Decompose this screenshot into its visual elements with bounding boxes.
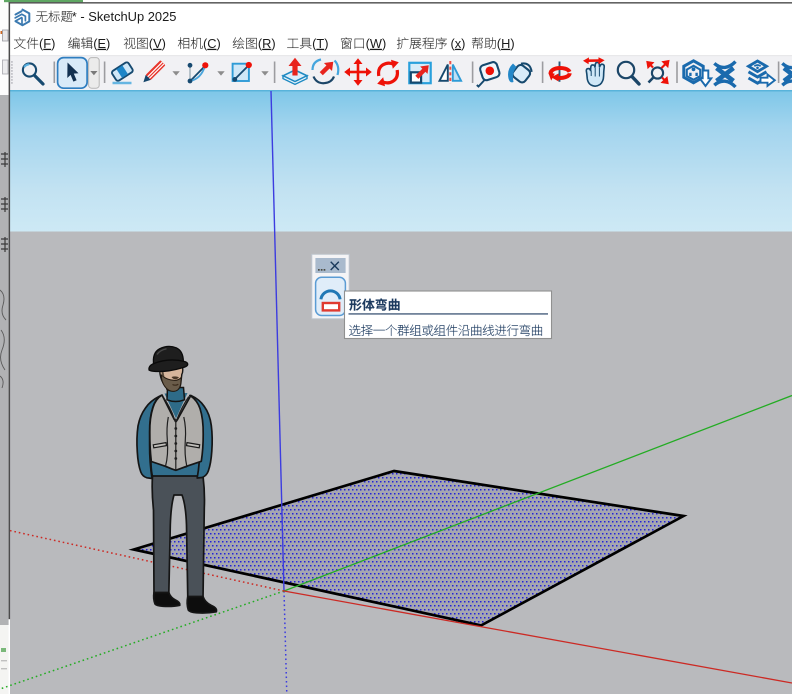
svg-text:(W): (W) — [366, 36, 387, 51]
svg-text:(V): (V) — [149, 36, 166, 51]
svg-text:(C): (C) — [203, 36, 221, 51]
svg-text:(E): (E) — [93, 36, 110, 51]
svg-text:* - SketchUp 2025: * - SketchUp 2025 — [72, 9, 177, 24]
svg-text:(T): (T) — [312, 36, 328, 51]
svg-text:(R): (R) — [258, 36, 276, 51]
svg-text:(F): (F) — [39, 36, 55, 51]
svg-text:(H): (H) — [497, 36, 515, 51]
svg-text:(x): (x) — [451, 36, 466, 51]
